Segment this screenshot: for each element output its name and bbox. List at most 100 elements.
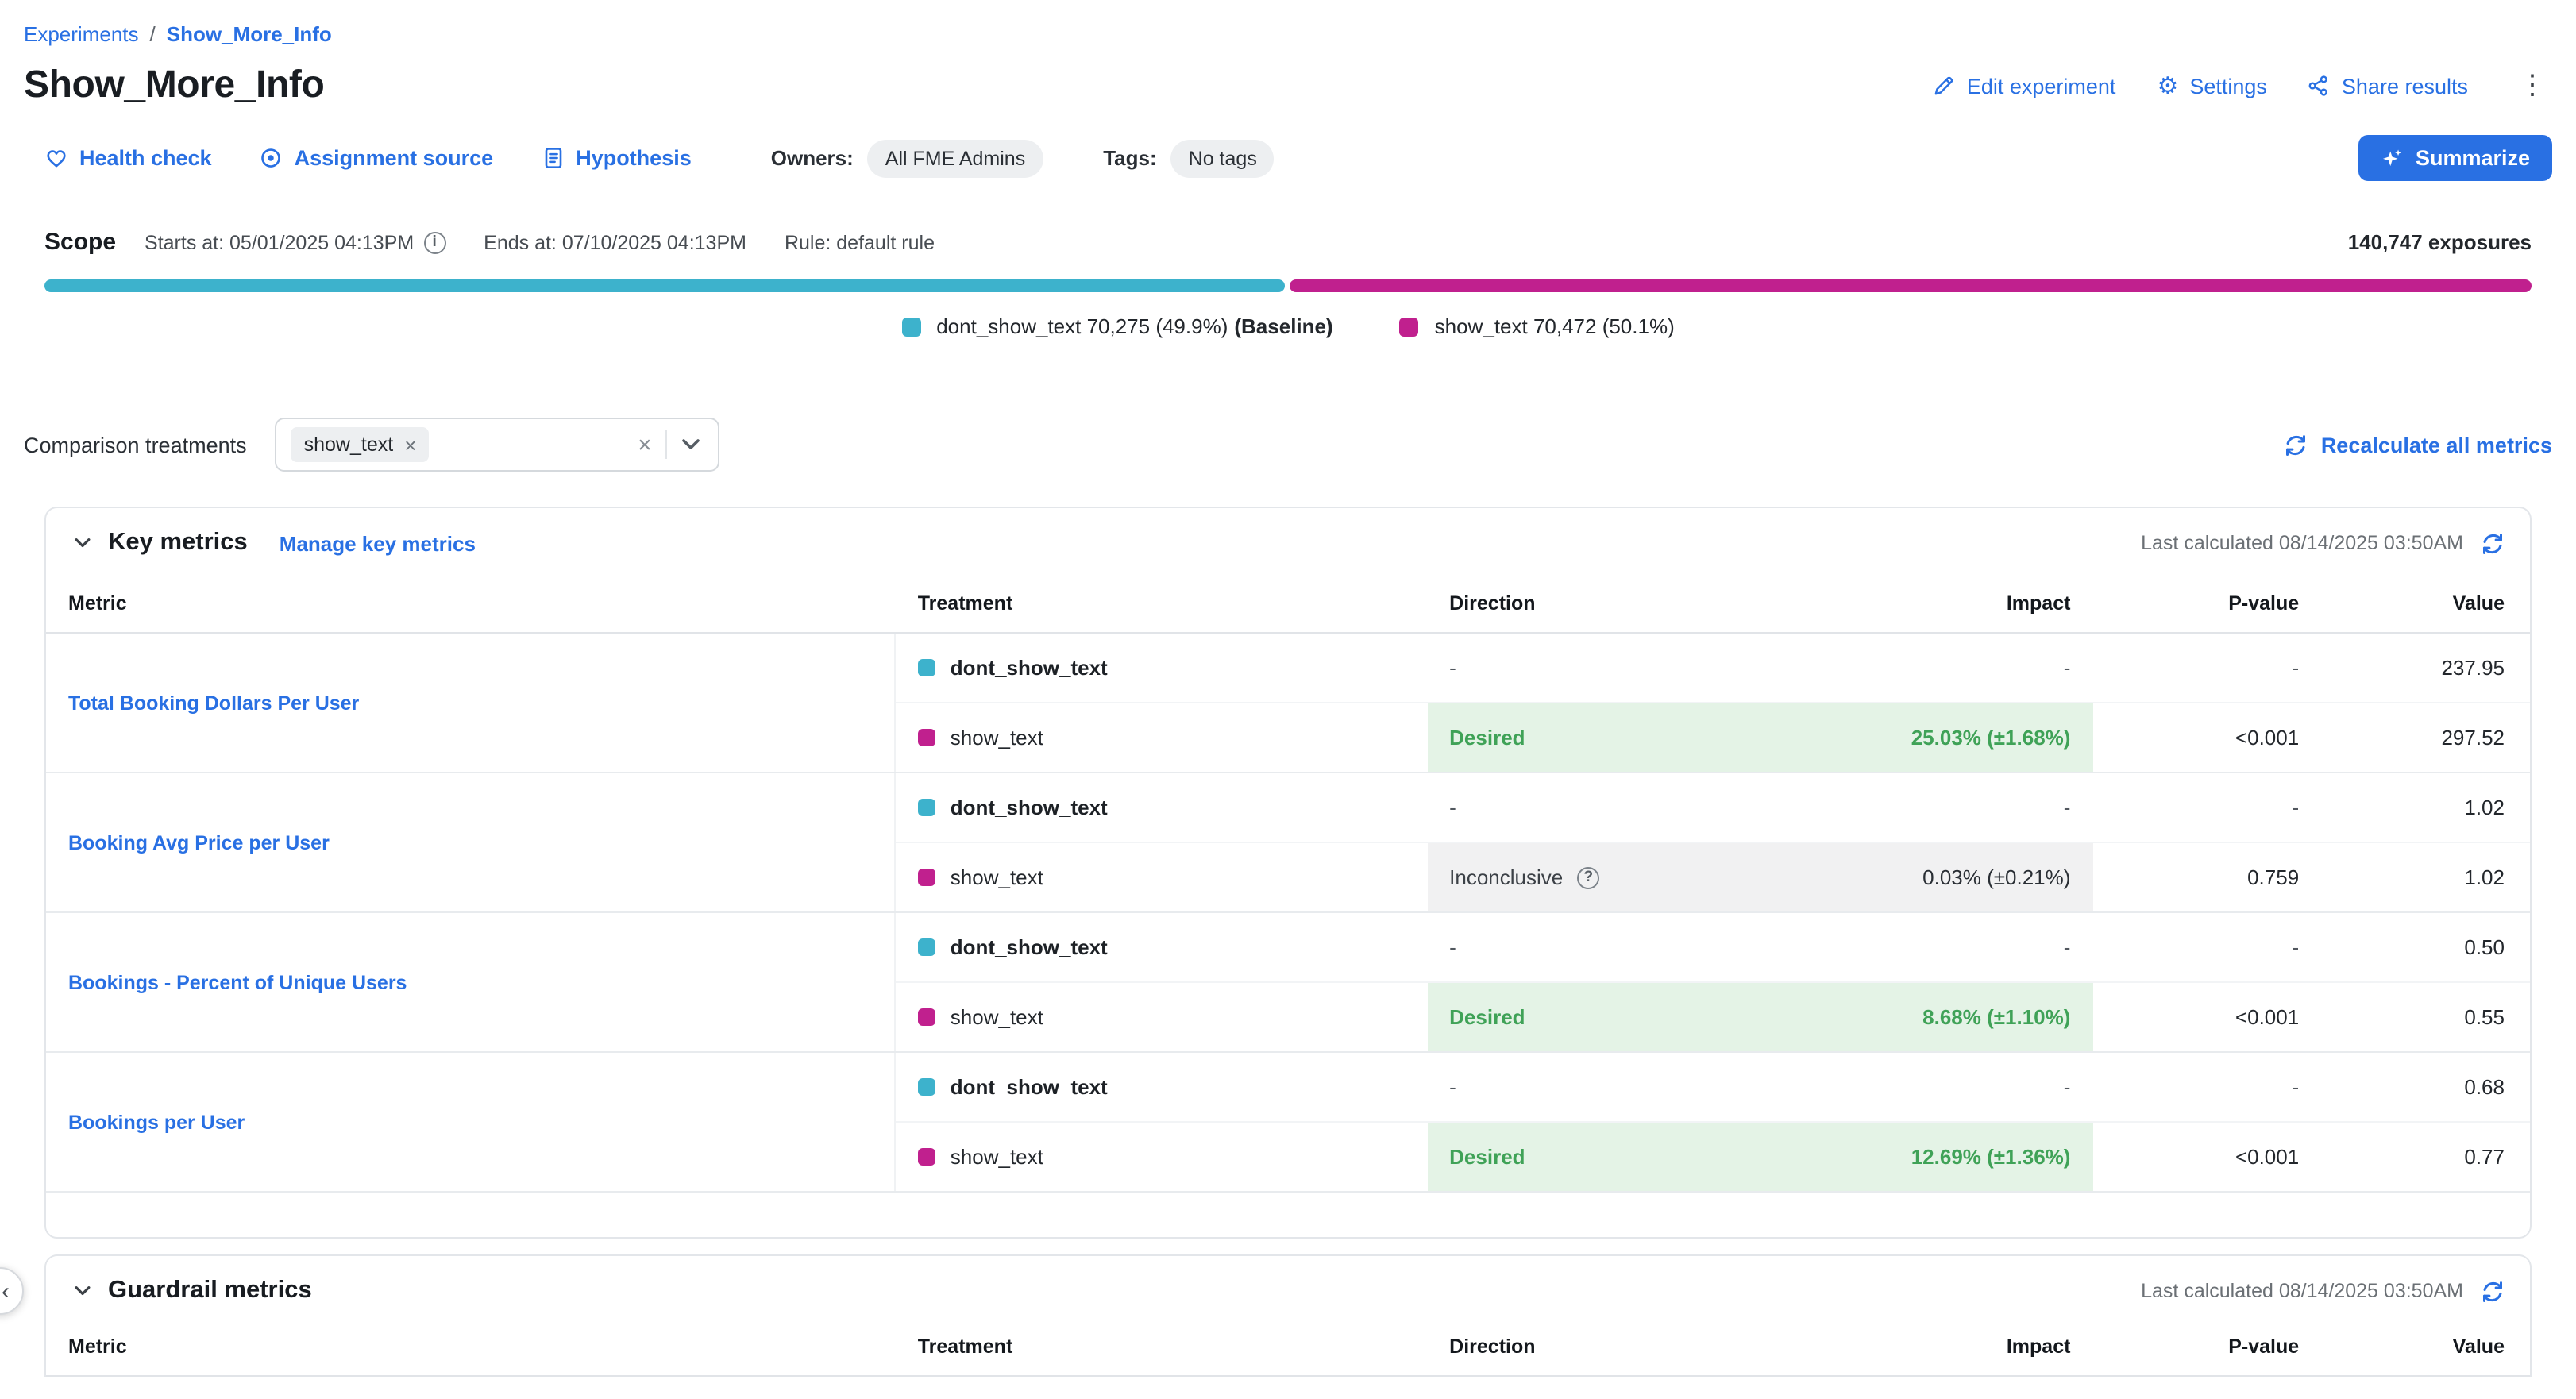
help-icon[interactable]: ?: [1577, 866, 1599, 888]
scope-rule: Rule: default rule: [785, 231, 935, 253]
pencil-icon: [1934, 75, 1956, 97]
metric-link[interactable]: Total Booking Dollars Per User: [68, 692, 359, 715]
treatment-swatch-icon: [919, 938, 936, 956]
owners-label: Owners:: [771, 146, 854, 170]
selected-treatment-chip: show_text ×: [291, 427, 430, 462]
legend-treatment-label: show_text 70,472 (50.1%): [1435, 314, 1675, 338]
scope-section: Scope Starts at: 05/01/2025 04:13PM i En…: [44, 229, 2532, 338]
owners-group: Owners: All FME Admins: [771, 139, 1043, 177]
legend-baseline-suffix: (Baseline): [1234, 314, 1332, 338]
treatment-cell: dont_show_text: [896, 773, 1427, 842]
target-icon: [260, 146, 283, 170]
share-results-button[interactable]: Share results: [2308, 74, 2468, 98]
table-row: Bookings - Percent of Unique Users dont_…: [46, 912, 2530, 982]
treatment-swatch-icon: [919, 1148, 936, 1166]
impact-cell: -: [1830, 773, 2093, 842]
comparison-treatments-select[interactable]: show_text × ×: [276, 418, 720, 472]
impact-cell: 25.03% (±1.68%): [1830, 703, 2093, 773]
breadcrumb: Experiments / Show_More_Info: [24, 22, 2552, 46]
info-icon[interactable]: i: [423, 231, 445, 253]
collapse-chevron-icon[interactable]: [71, 1280, 94, 1302]
table-header-row: Metric Treatment Direction Impact P-valu…: [46, 1318, 2530, 1376]
treatment-swatch-icon: [919, 729, 936, 746]
treatment-name: show_text: [951, 726, 1043, 750]
treatment-swatch-icon: [919, 659, 936, 676]
treatment-cell: dont_show_text: [896, 912, 1427, 982]
breadcrumb-experiments-link[interactable]: Experiments: [24, 22, 139, 46]
starts-at-text: Starts at: 05/01/2025 04:13PM: [145, 231, 414, 253]
pvalue-cell: -: [2092, 1052, 2321, 1122]
treatment-name: dont_show_text: [951, 656, 1108, 680]
clear-select-icon[interactable]: ×: [634, 430, 655, 460]
direction-cell: -: [1427, 773, 1830, 842]
refresh-icon[interactable]: [2481, 1279, 2505, 1303]
breadcrumb-current-link[interactable]: Show_More_Info: [167, 22, 332, 46]
refresh-icon[interactable]: [2481, 531, 2505, 555]
value-cell: 0.77: [2321, 1122, 2530, 1192]
key-metrics-table: Metric Treatment Direction Impact P-valu…: [46, 575, 2530, 1193]
value-cell: 0.68: [2321, 1052, 2530, 1122]
baseline-swatch-icon: [901, 317, 920, 336]
summarize-label: Summarize: [2416, 146, 2530, 170]
table-row: Booking Avg Price per User dont_show_tex…: [46, 773, 2530, 842]
hypothesis-link[interactable]: Hypothesis: [541, 146, 692, 170]
direction-cell: -: [1427, 1052, 1830, 1122]
experiment-results-page: Experiments / Show_More_Info Show_More_I…: [0, 0, 2576, 1399]
metric-link[interactable]: Booking Avg Price per User: [68, 832, 330, 854]
treatment-swatch-icon: [1400, 317, 1419, 336]
column-header-direction: Direction: [1427, 575, 1830, 633]
guardrail-metrics-header: Guardrail metrics Last calculated 08/14/…: [46, 1256, 2530, 1318]
share-results-label: Share results: [2342, 74, 2468, 98]
scope-starts-at: Starts at: 05/01/2025 04:13PM i: [145, 231, 445, 253]
metric-link[interactable]: Bookings - Percent of Unique Users: [68, 972, 407, 994]
exposures-count: 140,747 exposures: [2348, 230, 2532, 254]
recalculate-all-metrics-button[interactable]: Recalculate all metrics: [2285, 433, 2552, 457]
manage-key-metrics-link[interactable]: Manage key metrics: [280, 531, 476, 555]
metric-link[interactable]: Bookings per User: [68, 1112, 245, 1134]
health-check-label: Health check: [79, 146, 212, 170]
kebab-menu-icon[interactable]: ⋮: [2512, 70, 2552, 102]
assignment-source-link[interactable]: Assignment source: [260, 146, 494, 170]
direction-cell: Inconclusive?: [1427, 842, 1830, 912]
impact-cell: 0.03% (±0.21%): [1830, 842, 2093, 912]
selected-treatment-label: show_text: [304, 434, 394, 456]
document-icon: [541, 146, 565, 170]
recalculate-label: Recalculate all metrics: [2321, 433, 2552, 457]
column-header-treatment: Treatment: [896, 1318, 1427, 1376]
treatment-split-bar: [44, 279, 2532, 292]
treatment-swatch-icon: [919, 869, 936, 886]
pvalue-cell: 0.759: [2092, 842, 2321, 912]
pvalue-cell: <0.001: [2092, 982, 2321, 1052]
collapse-chevron-icon[interactable]: [71, 532, 94, 554]
table-row: Total Booking Dollars Per User dont_show…: [46, 633, 2530, 703]
remove-chip-icon[interactable]: ×: [404, 434, 416, 455]
treatment-cell: dont_show_text: [896, 633, 1427, 703]
settings-button[interactable]: ⚙ Settings: [2157, 74, 2266, 98]
health-check-link[interactable]: Health check: [44, 146, 212, 170]
summarize-button[interactable]: Summarize: [2358, 135, 2552, 181]
value-cell: 0.50: [2321, 912, 2530, 982]
treatment-name: dont_show_text: [951, 935, 1108, 959]
direction-badge: Desired: [1449, 726, 1525, 750]
impact-cell: 8.68% (±1.10%): [1830, 982, 2093, 1052]
direction-badge: Desired: [1449, 1005, 1525, 1029]
treatment-name: show_text: [951, 1005, 1043, 1029]
scope-ends-at: Ends at: 07/10/2025 04:13PM: [484, 231, 746, 253]
treatment-cell: show_text: [896, 1122, 1427, 1192]
treatment-name: show_text: [951, 1145, 1043, 1169]
treatment-swatch-icon: [919, 1078, 936, 1096]
value-cell: 237.95: [2321, 633, 2530, 703]
pvalue-cell: <0.001: [2092, 1122, 2321, 1192]
edit-experiment-button[interactable]: Edit experiment: [1934, 74, 2116, 98]
key-metrics-header: Key metrics Manage key metrics Last calc…: [46, 508, 2530, 575]
pvalue-cell: <0.001: [2092, 703, 2321, 773]
split-right: [1290, 279, 2532, 292]
legend-item-treatment: show_text 70,472 (50.1%): [1400, 314, 1675, 338]
tags-chip: No tags: [1171, 139, 1275, 177]
comparison-treatments-label: Comparison treatments: [24, 433, 247, 457]
chevron-down-icon[interactable]: [679, 432, 704, 457]
treatment-cell: show_text: [896, 703, 1427, 773]
guardrail-metrics-card: Guardrail metrics Last calculated 08/14/…: [44, 1254, 2532, 1377]
sync-icon: [2285, 433, 2308, 457]
treatment-swatch-icon: [919, 799, 936, 816]
